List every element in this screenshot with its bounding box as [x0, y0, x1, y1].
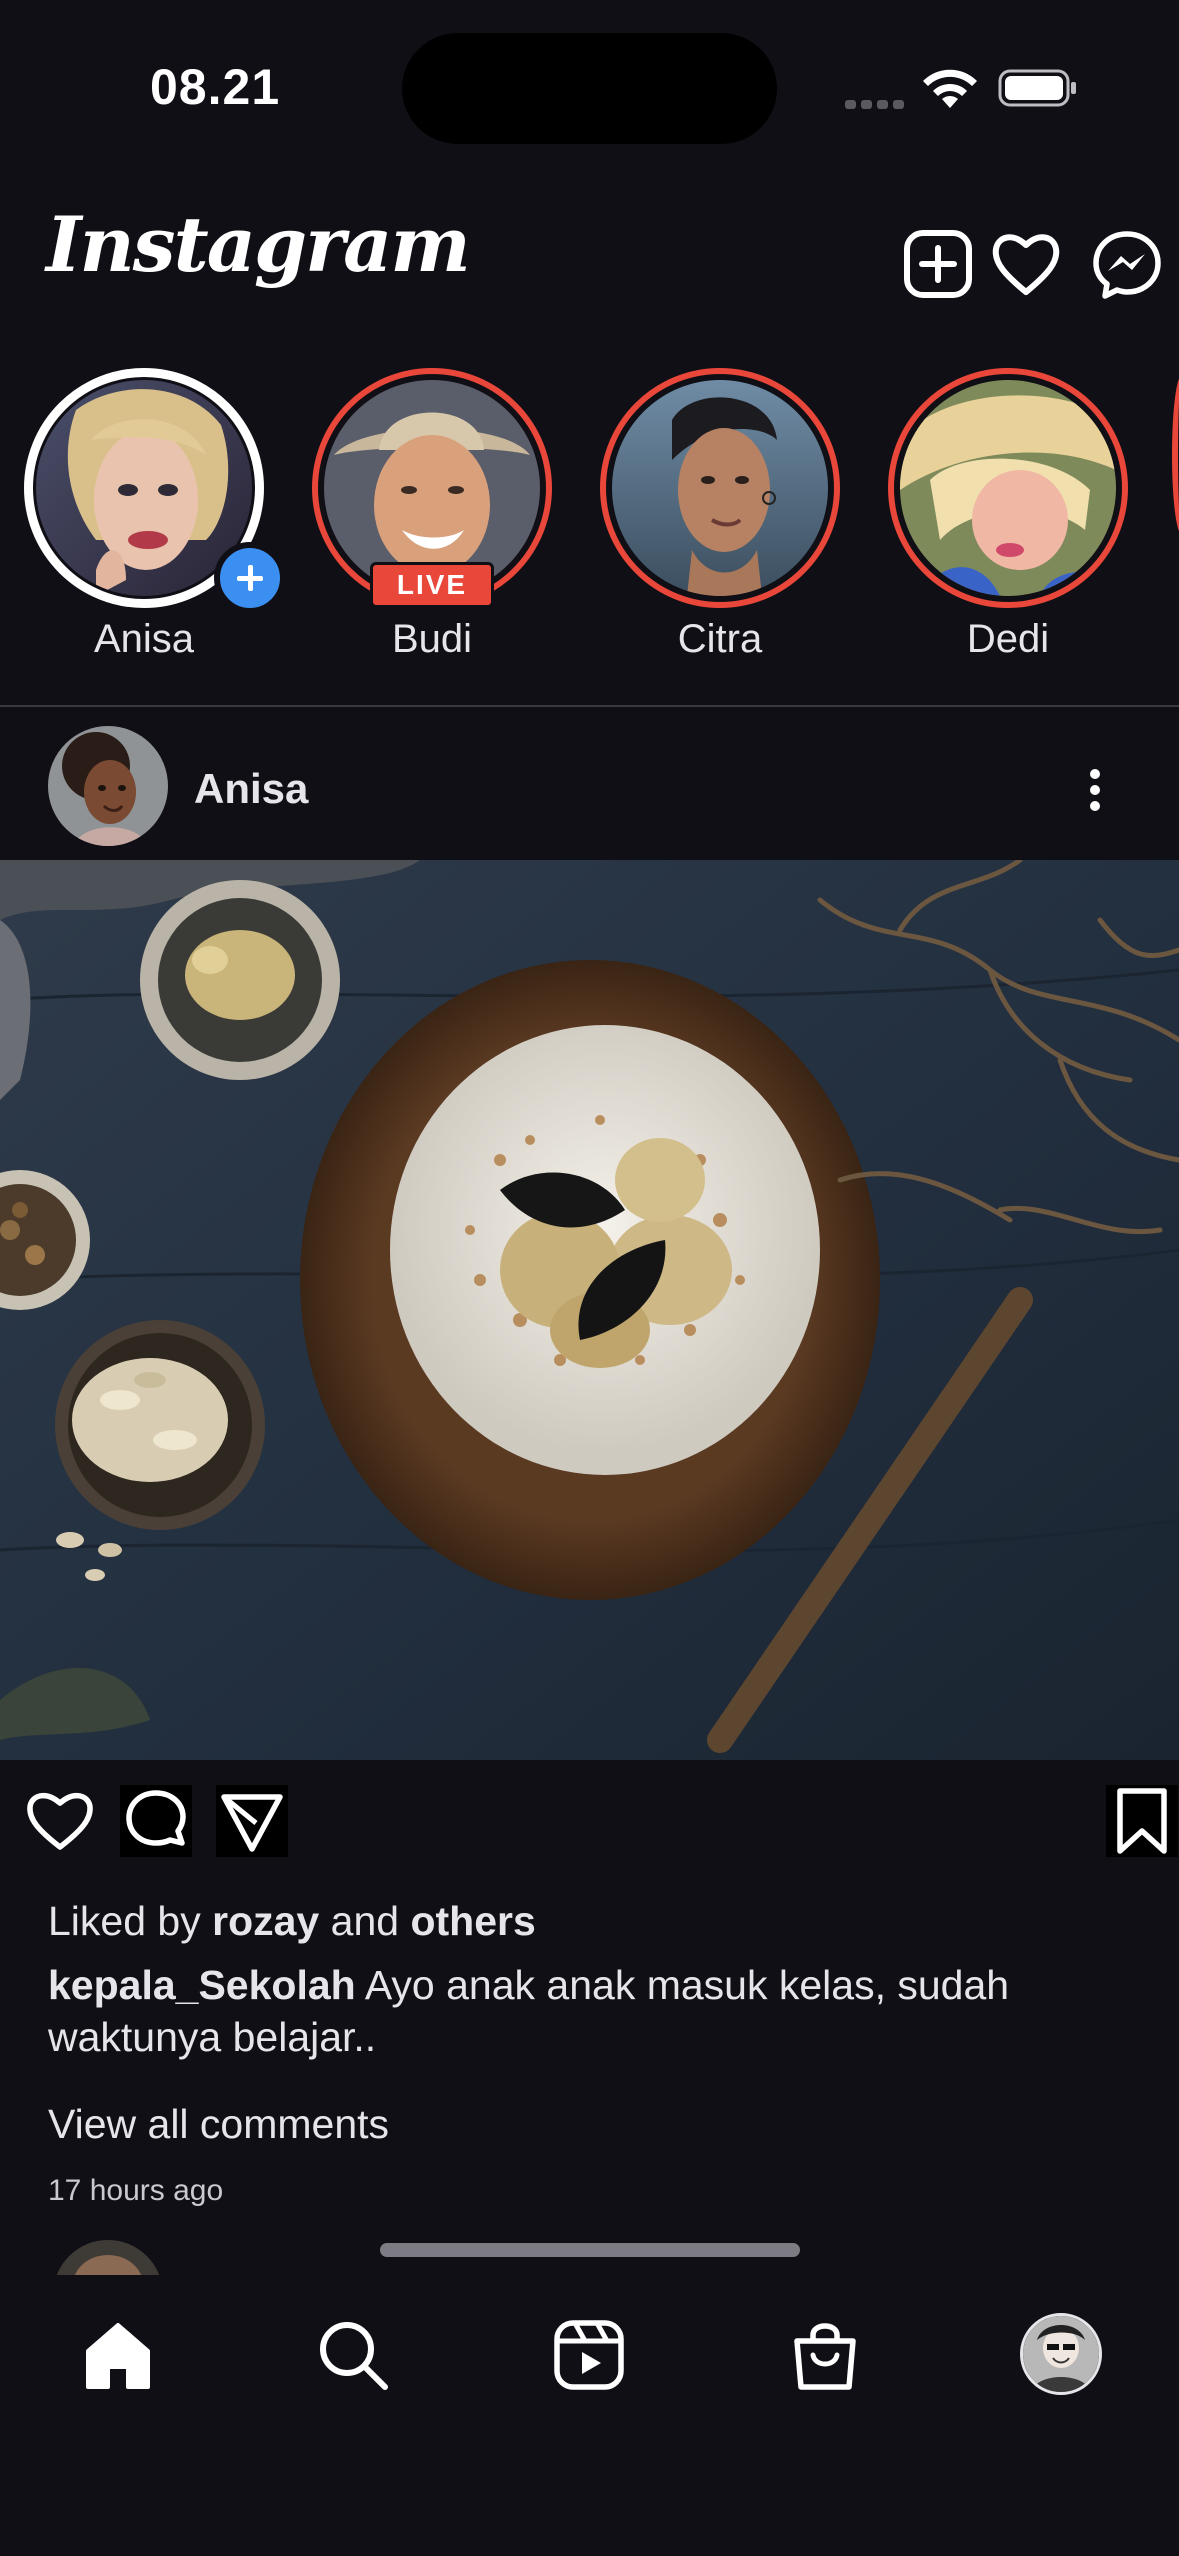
- profile-avatar[interactable]: [1020, 2313, 1102, 2395]
- heart-icon[interactable]: [990, 228, 1062, 300]
- app-header: Instagram: [0, 190, 1179, 320]
- add-post-icon[interactable]: [902, 228, 974, 300]
- more-options-icon[interactable]: [1080, 760, 1110, 820]
- reels-icon[interactable]: [549, 2315, 629, 2395]
- live-badge: LIVE: [370, 562, 494, 608]
- story-anisa[interactable]: Anisa: [24, 365, 286, 665]
- story-name: Citra: [677, 617, 763, 661]
- dynamic-island: [402, 33, 777, 144]
- liked-by-and: and: [330, 1898, 400, 1944]
- post-caption: kepala_Sekolah Ayo anak anak masuk kelas…: [48, 1959, 1128, 2063]
- story-budi[interactable]: LIVE Budi: [312, 365, 552, 665]
- post-header: Anisa: [0, 720, 1179, 860]
- story-name: Budi: [391, 617, 473, 661]
- search-icon[interactable]: [313, 2315, 393, 2395]
- bottom-nav: [0, 2275, 1179, 2556]
- bookmark-icon[interactable]: [1106, 1785, 1178, 1857]
- caption-username[interactable]: kepala_Sekolah: [48, 1962, 356, 2008]
- avatar: [900, 380, 1116, 596]
- status-time: 08.21: [150, 59, 281, 115]
- post-image[interactable]: [0, 860, 1179, 1760]
- story-citra[interactable]: Citra: [600, 365, 840, 665]
- wifi-icon: [923, 69, 977, 108]
- story-dedi[interactable]: Dedi: [888, 365, 1128, 665]
- cellular-signal-icon: [845, 96, 909, 114]
- avatar: [612, 380, 828, 596]
- like-heart-icon[interactable]: [24, 1785, 96, 1857]
- stories-tray: Anisa LIVE Budi Citra Dedi: [0, 365, 1179, 665]
- comment-icon[interactable]: [120, 1785, 192, 1857]
- story-name: Anisa: [93, 617, 195, 661]
- liked-by-text[interactable]: Liked by rozay and others: [48, 1895, 536, 1947]
- divider: [0, 705, 1179, 707]
- home-icon[interactable]: [78, 2315, 158, 2395]
- home-indicator: [380, 2243, 800, 2257]
- messenger-icon[interactable]: [1090, 228, 1164, 302]
- post-actions: [0, 1785, 1179, 1857]
- liked-by-user[interactable]: rozay: [212, 1898, 319, 1944]
- view-all-comments-link[interactable]: View all comments: [48, 2098, 389, 2150]
- instagram-logo: Instagram: [46, 200, 471, 289]
- battery-icon: [998, 69, 1076, 107]
- avatar[interactable]: [48, 726, 168, 846]
- status-bar: 08.21: [0, 0, 1179, 170]
- share-icon[interactable]: [216, 1785, 288, 1857]
- post-username[interactable]: Anisa: [194, 765, 308, 813]
- shop-icon[interactable]: [785, 2315, 865, 2395]
- add-story-icon[interactable]: [214, 542, 286, 614]
- liked-by-prefix: Liked by: [48, 1898, 201, 1944]
- post-timestamp: 17 hours ago: [48, 2174, 224, 2207]
- next-post-avatar-peek: [48, 2235, 168, 2275]
- story-name: Dedi: [966, 617, 1050, 661]
- liked-by-others[interactable]: others: [410, 1898, 535, 1944]
